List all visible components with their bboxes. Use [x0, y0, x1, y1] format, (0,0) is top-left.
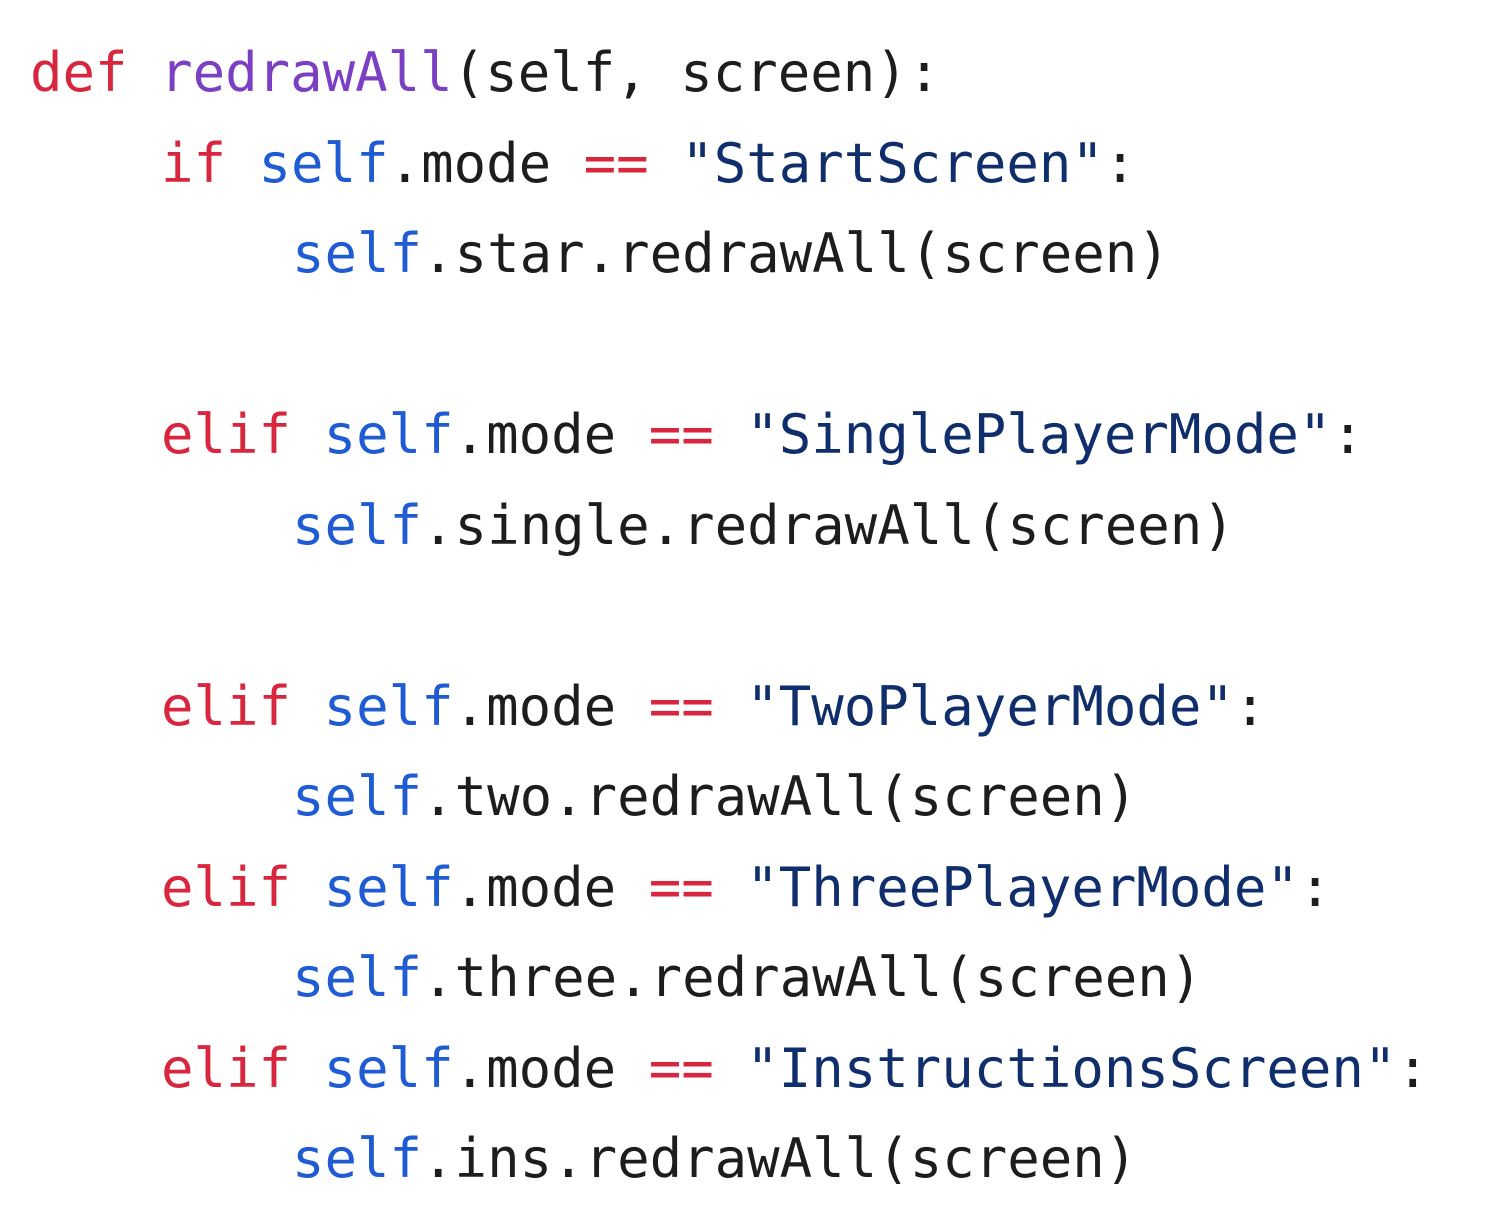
colon: : — [1331, 403, 1364, 466]
code-line-call: self.three.redrawAll(screen) — [30, 933, 1429, 1024]
code-line-call: self.two.redrawAll(screen) — [30, 752, 1429, 843]
method-call: .three.redrawAll(screen) — [422, 946, 1203, 1009]
self-token: self — [323, 1036, 454, 1100]
attr-mode: .mode — [453, 674, 617, 738]
string-literal: "SinglePlayerMode" — [746, 403, 1332, 466]
self-token: self — [292, 493, 423, 557]
colon: : — [1298, 855, 1332, 919]
operator-eq: == — [648, 1036, 714, 1100]
string-literal: "ThreePlayerMode" — [746, 855, 1299, 919]
code-line-elif: elif self.mode == "SinglePlayerMode": — [30, 390, 1429, 481]
self-token: self — [323, 403, 454, 466]
method-call: .single.redrawAll(screen) — [422, 493, 1235, 557]
attr-mode: .mode — [453, 403, 617, 466]
colon: : — [1103, 131, 1137, 195]
keyword-elif: elif — [161, 855, 292, 919]
self-token: self — [292, 765, 423, 828]
string-literal: "StartScreen" — [681, 131, 1104, 195]
operator-eq: == — [648, 855, 714, 919]
colon: : — [1396, 1036, 1429, 1100]
code-line-elif: elif self.mode == "TwoPlayerMode": — [30, 662, 1429, 753]
code-line-def: def redrawAll(self, screen): — [30, 28, 1429, 119]
self-token: self — [323, 855, 454, 919]
keyword-elif: elif — [161, 403, 292, 466]
keyword-if: if — [161, 131, 227, 195]
method-call: .two.redrawAll(screen) — [422, 765, 1138, 828]
string-literal: "TwoPlayerMode" — [746, 674, 1234, 738]
code-block: def redrawAll(self, screen): if self.mode… — [30, 28, 1429, 1205]
self-token: self — [258, 131, 389, 195]
method-call: .star.redrawAll(screen) — [422, 222, 1170, 285]
attr-mode: .mode — [453, 1036, 617, 1100]
string-literal: "InstructionsScreen" — [746, 1036, 1397, 1100]
self-token: self — [292, 1127, 423, 1190]
keyword-elif: elif — [161, 1036, 292, 1100]
code-line-call: self.star.redrawAll(screen) — [30, 209, 1429, 300]
function-name: redrawAll — [160, 41, 453, 104]
method-call: .ins.redrawAll(screen) — [422, 1127, 1138, 1190]
attr-mode: .mode — [388, 131, 552, 195]
self-token: self — [323, 674, 454, 738]
code-line-elif: elif self.mode == "ThreePlayerMode": — [30, 843, 1429, 934]
code-line-elif: elif self.mode == "InstructionsScreen": — [30, 1024, 1429, 1115]
keyword-elif: elif — [161, 674, 292, 738]
colon: : — [1233, 674, 1267, 738]
operator-eq: == — [648, 674, 714, 738]
self-token: self — [292, 946, 423, 1009]
code-line-if: if self.mode == "StartScreen": — [30, 119, 1429, 210]
self-token: self — [292, 222, 423, 285]
code-line-call: self.ins.redrawAll(screen) — [30, 1114, 1429, 1205]
function-params: (self, screen): — [452, 41, 941, 104]
operator-eq: == — [583, 131, 649, 195]
operator-eq: == — [648, 403, 714, 466]
attr-mode: .mode — [453, 855, 617, 919]
keyword-def: def — [30, 41, 128, 104]
code-line-call: self.single.redrawAll(screen) — [30, 481, 1429, 572]
